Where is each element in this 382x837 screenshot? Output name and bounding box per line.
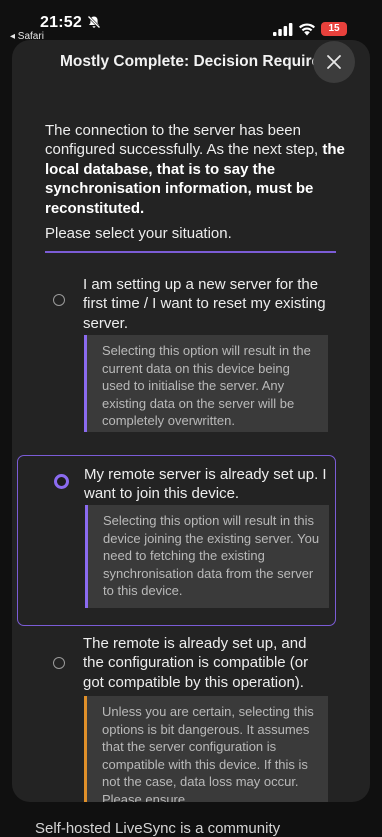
option-radio-checked[interactable] xyxy=(54,474,69,489)
option-label: I am setting up a new server for the fir… xyxy=(83,276,326,332)
option-note: Selecting this option will result in thi… xyxy=(85,505,329,608)
intro-text: The connection to the server has been co… xyxy=(45,121,345,218)
option-radio[interactable] xyxy=(53,657,65,669)
option-note-warning: Unless you are certain, selecting this o… xyxy=(84,696,328,802)
option-reset-server[interactable]: I am setting up a new server for the fir… xyxy=(17,267,336,447)
close-button[interactable] xyxy=(313,41,355,83)
option-label: The remote is already set up, and the co… xyxy=(83,635,309,691)
signal-icon xyxy=(273,23,293,36)
battery-icon: 15 xyxy=(321,22,347,36)
status-time: 21:52 xyxy=(40,14,82,31)
accent-divider xyxy=(45,251,336,253)
bell-slash-icon xyxy=(87,15,101,29)
decision-dialog: Mostly Complete: Decision Required The c… xyxy=(12,40,370,802)
option-label: My remote server is already set up. I wa… xyxy=(84,466,327,503)
option-radio[interactable] xyxy=(53,294,65,306)
option-join-server[interactable]: My remote server is already set up. I wa… xyxy=(17,455,336,626)
intro-plain-text: The connection to the server has been co… xyxy=(45,122,323,159)
close-icon xyxy=(327,55,341,69)
background-page-text: Self-hosted LiveSync is a community xyxy=(35,820,281,837)
wifi-icon xyxy=(299,23,315,36)
option-note: Selecting this option will result in the… xyxy=(84,335,328,432)
option-compatible-config[interactable]: The remote is already set up, and the co… xyxy=(17,630,336,802)
status-bar: 21:52 ◂ Safari 15 xyxy=(0,0,382,44)
selection-prompt: Please select your situation. xyxy=(45,225,232,242)
dialog-title: Mostly Complete: Decision Required xyxy=(60,53,322,70)
